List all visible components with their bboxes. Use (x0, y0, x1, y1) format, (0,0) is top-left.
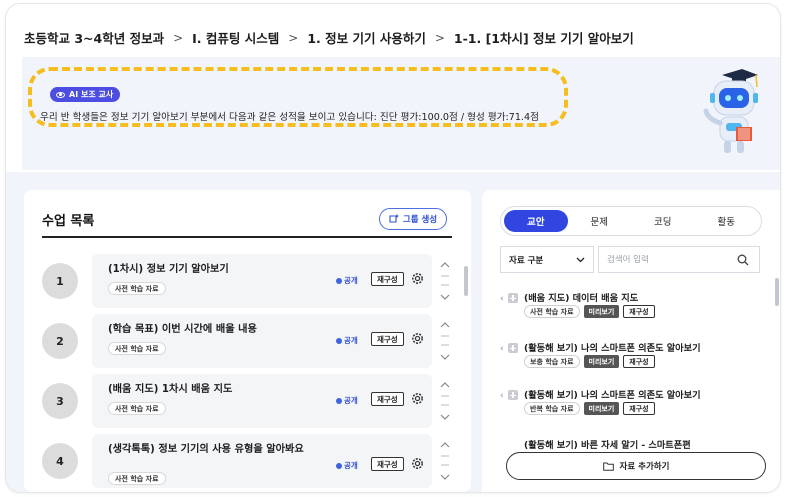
material-title[interactable]: (활동해 보기) 바른 자세 알기 - 스마트폰편 (524, 437, 691, 450)
add-icon[interactable] (508, 293, 518, 303)
lesson-tag: 사전 학습 자료 (108, 402, 166, 415)
preview-button[interactable]: 미리보기 (583, 402, 620, 415)
lesson-list-panel: 수업 목록 그룹 생성 1 (1차시) 정보 기기 알아보기 사전 학습 자료 … (24, 190, 471, 492)
search-input[interactable] (607, 254, 737, 265)
lesson-row[interactable]: 1 (1차시) 정보 기기 알아보기 사전 학습 자료 공개 재구성 (42, 254, 456, 308)
lesson-title[interactable]: (학습 목표) 이번 시간에 배울 내용 (108, 324, 313, 336)
material-tabs: 교안 문제 코딩 활동 (500, 206, 762, 236)
tab-problems[interactable]: 문제 (568, 210, 632, 232)
reorder-control[interactable] (438, 380, 452, 422)
material-item[interactable]: (활동해 보기) 바른 자세 알기 - 스마트폰편 (500, 434, 750, 450)
breadcrumb-item-lesson[interactable]: 1-1. [1차시] 정보 기기 알아보기 (454, 28, 634, 47)
search-box (598, 246, 760, 273)
lesson-card[interactable]: (학습 목표) 이번 시간에 배울 내용 사전 학습 자료 공개 재구성 (92, 314, 432, 368)
lesson-list-title: 수업 목록 (42, 214, 95, 229)
gear-icon[interactable] (410, 271, 425, 286)
add-icon[interactable] (508, 343, 518, 353)
visibility-toggle[interactable]: 공개 (336, 275, 358, 286)
material-item[interactable]: ‹ (활동해 보기) 나의 스마트폰 의존도 알아보기 보충 학습 자료 미리보… (500, 337, 750, 377)
tab-coding[interactable]: 코딩 (631, 210, 695, 232)
breadcrumb-item-unit[interactable]: I. 컴퓨팅 시스템 (192, 28, 279, 47)
divider (42, 236, 452, 238)
gear-icon[interactable] (410, 391, 425, 406)
lesson-tag: 사전 학습 자료 (108, 342, 166, 355)
reform-button[interactable]: 재구성 (371, 392, 404, 406)
material-item[interactable]: ‹ (활동해 보기) 나의 스마트폰 의존도 알아보기 반복 학습 자료 미리보… (500, 384, 750, 424)
chevron-down-icon (576, 257, 585, 262)
materials-scrollbar[interactable] (775, 278, 779, 306)
lesson-card[interactable]: (배움 지도) 1차시 배움 지도 사전 학습 자료 공개 재구성 (92, 374, 432, 428)
chevron-left-icon[interactable]: ‹ (500, 344, 504, 354)
eye-icon (336, 462, 342, 469)
reform-button[interactable]: 재구성 (623, 305, 655, 318)
add-icon[interactable] (508, 390, 518, 400)
breadcrumb-separator-icon: > (173, 30, 184, 45)
breadcrumb-item-subject[interactable]: 초등학교 3~4학년 정보과 (24, 28, 164, 47)
tab-activities[interactable]: 활동 (695, 210, 759, 232)
eye-icon (336, 337, 342, 344)
lesson-list-scrollbar[interactable] (464, 266, 468, 296)
lesson-title[interactable]: (1차시) 정보 기기 알아보기 (108, 264, 313, 276)
breadcrumb-separator-icon: > (288, 30, 299, 45)
search-icon[interactable] (737, 254, 749, 266)
material-type-select[interactable]: 자료 구분 (500, 246, 594, 273)
lesson-row[interactable]: 4 (생각톡톡) 정보 기기의 사용 유형을 알아봐요 사전 학습 자료 공개 … (42, 434, 456, 488)
breadcrumb: 초등학교 3~4학년 정보과 > I. 컴퓨팅 시스템 > 1. 정보 기기 사… (24, 28, 634, 47)
folder-icon (602, 462, 614, 471)
lesson-number: 4 (42, 443, 78, 479)
create-group-button[interactable]: 그룹 생성 (379, 208, 447, 230)
reform-button[interactable]: 재구성 (623, 402, 655, 415)
reform-button[interactable]: 재구성 (371, 457, 404, 471)
material-title[interactable]: (활동해 보기) 나의 스마트폰 의존도 알아보기 (524, 340, 701, 354)
lesson-number: 1 (42, 263, 78, 299)
visibility-toggle[interactable]: 공개 (336, 460, 358, 471)
visibility-toggle[interactable]: 공개 (336, 395, 358, 406)
lesson-card[interactable]: (생각톡톡) 정보 기기의 사용 유형을 알아봐요 사전 학습 자료 공개 재구… (92, 434, 432, 488)
gear-icon[interactable] (410, 456, 425, 471)
highlight-dashed-box: AI 보조 교사 우리 반 학생들은 정보 기기 알아보기 부분에서 다음과 같… (28, 67, 568, 127)
robot-teacher-icon (703, 69, 758, 153)
eye-icon (56, 91, 65, 98)
lesson-row[interactable]: 2 (학습 목표) 이번 시간에 배울 내용 사전 학습 자료 공개 재구성 (42, 314, 456, 368)
ai-assistant-banner: AI 보조 교사 우리 반 학생들은 정보 기기 알아보기 부분에서 다음과 같… (22, 57, 780, 170)
lesson-number: 2 (42, 323, 78, 359)
lesson-tag: 사전 학습 자료 (108, 472, 166, 485)
tab-lesson-plan[interactable]: 교안 (504, 210, 568, 232)
material-title[interactable]: (배움 지도) 데이터 배움 지도 (524, 290, 638, 304)
reform-button[interactable]: 재구성 (371, 332, 404, 346)
reorder-control[interactable] (438, 260, 452, 302)
chevron-left-icon[interactable]: ‹ (500, 391, 504, 401)
add-group-icon (389, 214, 399, 223)
material-tag: 반복 학습 자료 (524, 402, 580, 415)
lesson-title[interactable]: (생각톡톡) 정보 기기의 사용 유형을 알아봐요 (108, 444, 313, 456)
lesson-title[interactable]: (배움 지도) 1차시 배움 지도 (108, 384, 313, 396)
materials-panel: 교안 문제 코딩 활동 자료 구분 ‹ (배움 지도) 데이터 배움 지도 사전… (482, 190, 780, 492)
material-tag: 보충 학습 자료 (524, 355, 580, 368)
reorder-control[interactable] (438, 440, 452, 482)
lesson-number: 3 (42, 383, 78, 419)
add-material-button[interactable]: 자료 추가하기 (506, 452, 766, 480)
material-title[interactable]: (활동해 보기) 나의 스마트폰 의존도 알아보기 (524, 387, 701, 401)
material-item[interactable]: ‹ (배움 지도) 데이터 배움 지도 사전 학습 자료 미리보기 재구성 (500, 287, 750, 327)
lesson-row[interactable]: 3 (배움 지도) 1차시 배움 지도 사전 학습 자료 공개 재구성 (42, 374, 456, 428)
breadcrumb-separator-icon: > (434, 30, 445, 45)
reform-button[interactable]: 재구성 (623, 355, 655, 368)
reorder-control[interactable] (438, 320, 452, 362)
visibility-toggle[interactable]: 공개 (336, 335, 358, 346)
breadcrumb-item-chapter[interactable]: 1. 정보 기기 사용하기 (307, 28, 426, 47)
ai-assistant-badge: AI 보조 교사 (50, 87, 121, 102)
chevron-left-icon[interactable]: ‹ (500, 294, 504, 304)
reform-button[interactable]: 재구성 (371, 272, 404, 286)
eye-icon (336, 397, 342, 404)
lesson-tag: 사전 학습 자료 (108, 282, 166, 295)
gear-icon[interactable] (410, 331, 425, 346)
eye-icon (336, 277, 342, 284)
material-tag: 사전 학습 자료 (524, 305, 580, 318)
preview-button[interactable]: 미리보기 (583, 355, 620, 368)
lesson-card[interactable]: (1차시) 정보 기기 알아보기 사전 학습 자료 공개 재구성 (92, 254, 432, 308)
preview-button[interactable]: 미리보기 (583, 305, 620, 318)
app-frame: 초등학교 3~4학년 정보과 > I. 컴퓨팅 시스템 > 1. 정보 기기 사… (6, 4, 780, 492)
ai-assistant-message: 우리 반 학생들은 정보 기기 알아보기 부분에서 다음과 같은 성적을 보이고… (40, 112, 539, 123)
